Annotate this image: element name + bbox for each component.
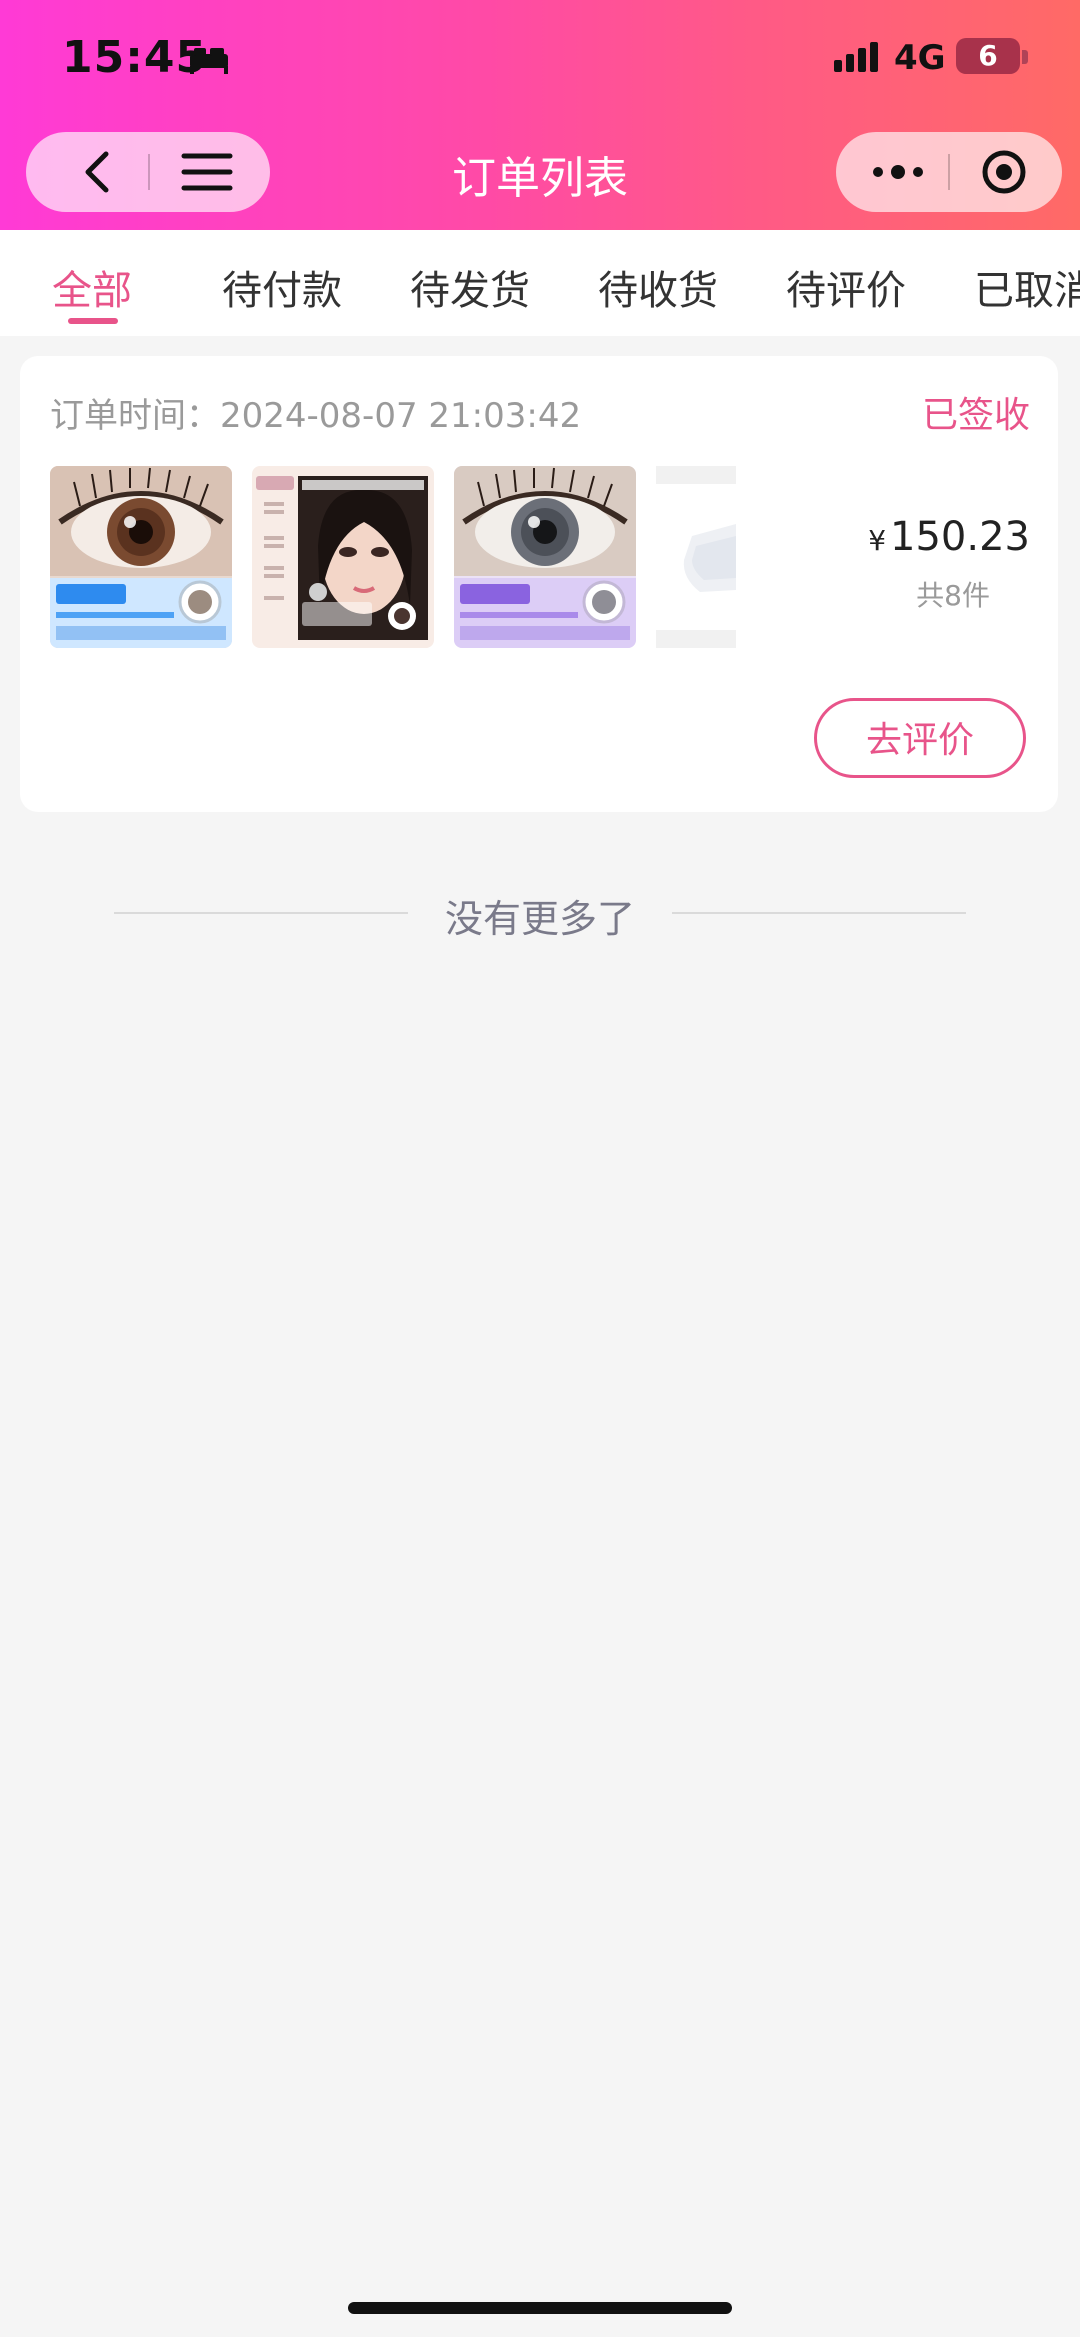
price-value: 150.23 — [890, 514, 1030, 560]
network-type: 4G — [894, 38, 946, 78]
tab-pending-payment[interactable]: 待付款 — [222, 258, 342, 316]
order-tabs: 全部 待付款 待发货 待收货 待评价 已取消 — [0, 230, 1080, 336]
order-time: 订单时间：2024-08-07 21:03:42 — [50, 388, 581, 437]
status-bar: 15:45 4G 6 — [0, 0, 1080, 120]
battery-indicator: 6 — [956, 38, 1020, 74]
tab-cancelled[interactable]: 已取消 — [974, 258, 1080, 316]
divider-line — [672, 912, 966, 914]
item-count: 共8件 — [916, 579, 990, 612]
battery-tip — [1022, 50, 1028, 64]
more-icon[interactable] — [870, 148, 926, 196]
nav-right-capsule — [836, 132, 1062, 212]
product-thumbnail[interactable] — [454, 466, 636, 648]
order-time-value: 2024-08-07 21:03:42 — [220, 396, 582, 436]
close-miniprogram-icon[interactable] — [980, 148, 1028, 196]
product-thumbnail[interactable] — [656, 466, 736, 648]
product-thumbnail[interactable] — [252, 466, 434, 648]
review-button[interactable]: 去评价 — [814, 698, 1026, 778]
tab-all[interactable]: 全部 — [52, 258, 132, 316]
active-tab-indicator — [68, 318, 118, 324]
list-end-text: 没有更多了 — [444, 897, 635, 941]
signal-icon — [834, 42, 878, 72]
tab-pending-receipt[interactable]: 待收货 — [598, 258, 718, 316]
sleep-mode-icon — [190, 48, 228, 74]
tab-pending-shipment[interactable]: 待发货 — [410, 258, 530, 316]
lens-case-white-icon — [656, 466, 736, 648]
tab-pending-review[interactable]: 待评价 — [786, 258, 906, 316]
order-status: 已签收 — [921, 395, 1030, 436]
model-portrait-icon — [252, 466, 434, 648]
order-price: ¥150.23 — [868, 514, 1030, 560]
status-time: 15:45 — [62, 32, 208, 83]
order-time-label: 订单时间： — [50, 396, 220, 436]
contact-lens-gray-icon — [454, 466, 636, 648]
currency-symbol: ¥ — [868, 524, 887, 557]
product-thumbnail[interactable] — [50, 466, 232, 648]
home-indicator — [348, 2302, 732, 2314]
order-card[interactable]: 订单时间：2024-08-07 21:03:42 已签收 ¥ 150.23 共8… — [20, 356, 1058, 812]
contact-lens-brown-icon — [50, 466, 232, 648]
nav-divider — [948, 154, 950, 190]
